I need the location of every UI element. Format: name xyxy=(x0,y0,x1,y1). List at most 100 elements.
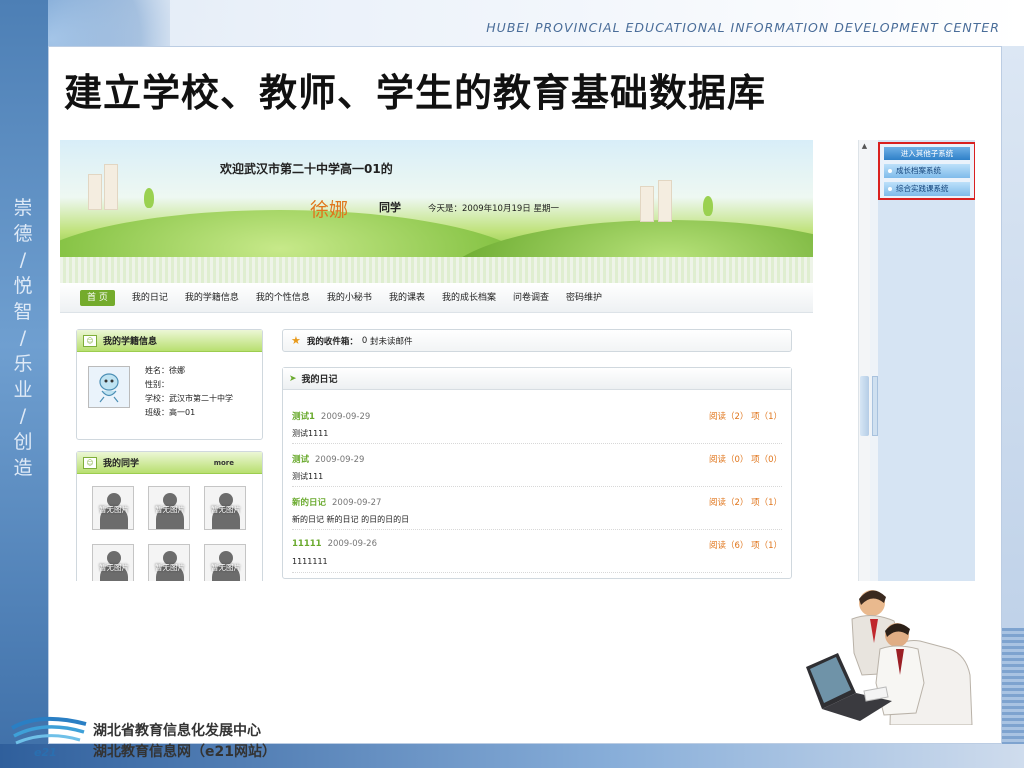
motto-char: / xyxy=(19,249,27,271)
scrollbar[interactable]: ▲ xyxy=(858,140,870,581)
profile-class: 班级：高一01 xyxy=(145,408,196,417)
no-image-label: 暂无图片 xyxy=(99,563,129,572)
nav-student-record[interactable]: 我的学籍信息 xyxy=(185,290,239,306)
profile-panel-header: ☺ 我的学籍信息 xyxy=(77,330,262,352)
no-image-label: 暂无图片 xyxy=(155,563,185,572)
more-link[interactable]: more xyxy=(214,459,234,467)
nav-home[interactable]: 首 页 xyxy=(80,290,115,306)
avatar-figure-icon xyxy=(99,373,119,403)
scroll-up-icon[interactable]: ▲ xyxy=(859,140,870,152)
profile-panel: ☺ 我的学籍信息 姓名：徐娜 性别： 学校：武汉市第二十中学 班级：高一01 xyxy=(76,329,263,440)
diary-entry: 新的日记 2009-09-27 阅读（2） 项（1） 新的日记 新的日记 的日的日… xyxy=(292,488,782,530)
diary-entry-body: 测试1111 xyxy=(292,429,329,438)
profile-title: 我的学籍信息 xyxy=(103,337,158,347)
no-image-label: 暂无图片 xyxy=(211,563,241,572)
classmate-photo[interactable]: 暂无图片 xyxy=(204,486,246,530)
diary-entry-date: 2009-09-27 xyxy=(332,498,382,508)
diary-entry-stats: 阅读（0） 项（0） xyxy=(708,455,782,465)
app-screenshot: 欢迎武汉市第二十中学高一01的 徐娜 同学 今天是：2009年10月19日 星期… xyxy=(60,140,975,581)
classmate-photo[interactable]: 暂无图片 xyxy=(148,486,190,530)
diary-entry-body: 新的日记 新的日记 的日的日的日 xyxy=(292,515,410,524)
motto-char: 创 xyxy=(13,431,33,453)
classmate-photo[interactable]: 暂无图片 xyxy=(92,486,134,530)
profile-info: 姓名：徐娜 性别： 学校：武汉市第二十中学 班级：高一01 xyxy=(145,364,233,420)
slide-title: 建立学校、教师、学生的教育基础数据库 xyxy=(64,71,767,115)
logo-text: e21 xyxy=(34,746,57,758)
motto-char: 悦 xyxy=(13,275,33,297)
office-workers-illustration xyxy=(806,590,973,725)
banner-tree xyxy=(703,196,713,216)
inbox-unread: 封未读邮件 xyxy=(370,336,413,347)
classmates-title: 我的同学 xyxy=(103,459,140,469)
profile-school: 学校：武汉市第二十中学 xyxy=(145,394,233,403)
classmate-photo[interactable]: 暂无图片 xyxy=(204,544,246,581)
avatar xyxy=(88,366,130,408)
main-nav: 首 页 我的日记 我的学籍信息 我的个性信息 我的小秘书 我的课表 我的成长档案… xyxy=(60,283,813,313)
profile-name: 姓名：徐娜 xyxy=(145,366,185,375)
inbox-count: 0 xyxy=(361,335,368,346)
inbox-bar[interactable]: ★ 我的收件箱： 0 封未读邮件 xyxy=(282,329,792,352)
user-icon: ☺ xyxy=(83,334,97,347)
today-date: 今天是：2009年10月19日 星期一 xyxy=(428,204,559,214)
diary-entry-title[interactable]: 测试 2009-09-29 xyxy=(292,453,364,465)
link-practice-course-system[interactable]: 综合实践课系统 xyxy=(884,182,970,196)
nav-personal-info[interactable]: 我的个性信息 xyxy=(256,290,310,306)
diary-entry-title[interactable]: 测试1 2009-09-29 xyxy=(292,410,370,422)
star-icon: ★ xyxy=(291,334,301,347)
diary-entry-date: 2009-09-29 xyxy=(320,412,371,422)
diary-entry-body: 1111111 xyxy=(292,557,328,566)
welcome-text: 欢迎武汉市第二十中学高一01的 xyxy=(220,162,393,176)
banner-grass xyxy=(60,257,813,283)
scroll-thumb[interactable] xyxy=(860,376,869,436)
nav-password[interactable]: 密码维护 xyxy=(566,290,602,306)
footer-org-name: 湖北省教育信息化发展中心 xyxy=(93,723,261,739)
diary-entry-date: 2009-09-26 xyxy=(327,539,377,549)
banner-building xyxy=(658,180,672,222)
diary-entry: 测试 2009-09-29 阅读（0） 项（0） 测试111 xyxy=(292,445,782,487)
motto-char: / xyxy=(19,327,27,349)
diary-entry-stats: 阅读（2） 项（1） xyxy=(708,498,782,508)
banner-building xyxy=(88,174,102,210)
diary-panel: ➤ 我的日记 测试1 2009-09-29 阅读（2） 项（1） 测试1111 测… xyxy=(282,367,792,579)
side-divider xyxy=(870,140,878,581)
motto-char: 德 xyxy=(13,223,33,245)
other-systems-title: 进入其他子系统 xyxy=(884,147,970,160)
diary-entry: 测试1 2009-09-29 阅读（2） 项（1） 测试1111 xyxy=(292,402,782,444)
banner-tree xyxy=(144,188,154,208)
side-panel xyxy=(878,140,975,581)
diary-title: 我的日记 xyxy=(301,375,338,385)
diary-panel-header: ➤ 我的日记 xyxy=(283,368,791,390)
diary-entry-title[interactable]: 11111 2009-09-26 xyxy=(292,539,377,549)
classmates-grid: 暂无图片 暂无图片 暂无图片 暂无图片 暂无图片 暂无图片 xyxy=(92,486,246,581)
footer-site-name: 湖北教育信息网（e21网站） xyxy=(93,744,276,760)
people-icon: ☺ xyxy=(83,456,97,469)
nav-growth-archive[interactable]: 我的成长档案 xyxy=(442,290,496,306)
diary-entry-date: 2009-09-29 xyxy=(315,455,365,465)
motto-char: 业 xyxy=(13,379,33,401)
nav-my-diary[interactable]: 我的日记 xyxy=(132,290,168,306)
nav-timetable[interactable]: 我的课表 xyxy=(389,290,425,306)
nav-assistant[interactable]: 我的小秘书 xyxy=(327,290,372,306)
diary-entry-stats: 阅读（2） 项（1） xyxy=(708,412,782,422)
motto-char: / xyxy=(19,405,27,427)
motto-char: 崇 xyxy=(13,197,33,219)
motto-char: 乐 xyxy=(13,353,33,375)
motto: 崇 德 / 悦 智 / 乐 业 / 创 造 xyxy=(8,196,38,480)
banner-building xyxy=(104,164,118,210)
diary-entry-title[interactable]: 新的日记 2009-09-27 xyxy=(292,496,381,508)
arrow-icon: ➤ xyxy=(289,373,297,384)
classmates-panel-header: ☺ 我的同学 more xyxy=(77,452,262,474)
classmate-photo[interactable]: 暂无图片 xyxy=(148,544,190,581)
no-image-label: 暂无图片 xyxy=(99,505,129,514)
diary-entry-stats: 阅读（6） 项（1） xyxy=(708,541,782,551)
link-growth-archive-system[interactable]: 成长档案系统 xyxy=(884,164,970,178)
no-image-label: 暂无图片 xyxy=(211,505,241,514)
user-name: 徐娜 xyxy=(310,199,349,221)
no-image-label: 暂无图片 xyxy=(155,505,185,514)
classmate-photo[interactable]: 暂无图片 xyxy=(92,544,134,581)
inbox-label: 我的收件箱： xyxy=(306,336,358,347)
greeting: 同学 xyxy=(379,201,401,214)
nav-survey[interactable]: 问卷调查 xyxy=(513,290,549,306)
motto-char: 造 xyxy=(13,457,33,479)
other-systems-box: 进入其他子系统 成长档案系统 综合实践课系统 xyxy=(878,142,975,200)
